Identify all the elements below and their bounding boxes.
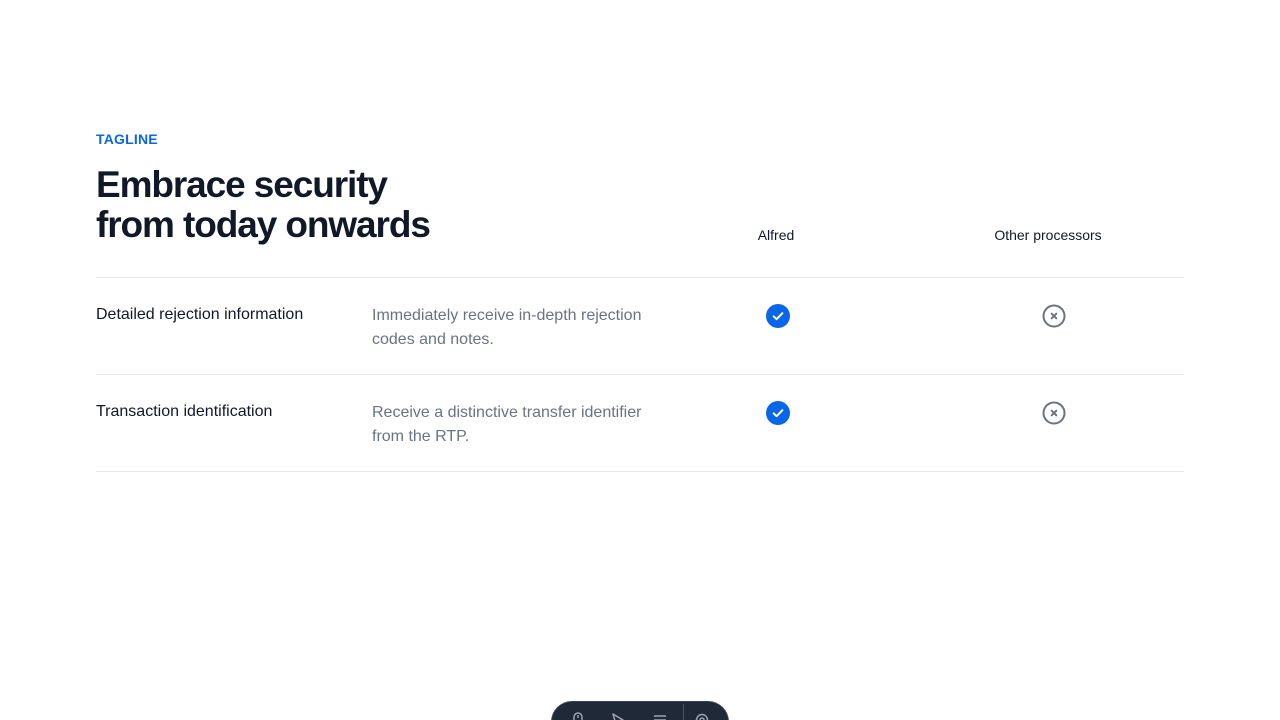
floating-toolbar[interactable]: [552, 702, 728, 720]
table-row: Detailed rejection information Immediate…: [96, 278, 1184, 374]
cursor-icon[interactable]: [610, 712, 626, 720]
section-heading: Embrace security from today onwards: [96, 165, 516, 245]
mouse-icon[interactable]: [570, 712, 586, 720]
menu-icon[interactable]: [652, 712, 668, 720]
feature-description: Receive a distinctive transfer identifie…: [372, 404, 642, 445]
check-icon: [766, 401, 790, 425]
headline-line-2: from today onwards: [96, 204, 431, 245]
feature-name: Transaction identification: [96, 403, 273, 420]
column-header-alfred: Alfred: [757, 227, 795, 243]
check-icon: [766, 304, 790, 328]
x-circle-icon: [1042, 401, 1066, 425]
divider: [96, 471, 1184, 472]
toolbar-divider: [683, 704, 684, 720]
x-circle-icon: [1042, 304, 1066, 328]
feature-description: Immediately receive in-depth rejection c…: [372, 307, 642, 348]
comparison-section: TAGLINE Embrace security from today onwa…: [0, 0, 1280, 720]
column-header-other-processors: Other processors: [994, 227, 1102, 243]
table-row: Transaction identification Receive a dis…: [96, 375, 1184, 471]
settings-icon[interactable]: [694, 712, 710, 720]
feature-name: Detailed rejection information: [96, 306, 304, 323]
tagline: TAGLINE: [96, 131, 158, 147]
headline-line-1: Embrace security: [96, 164, 388, 205]
